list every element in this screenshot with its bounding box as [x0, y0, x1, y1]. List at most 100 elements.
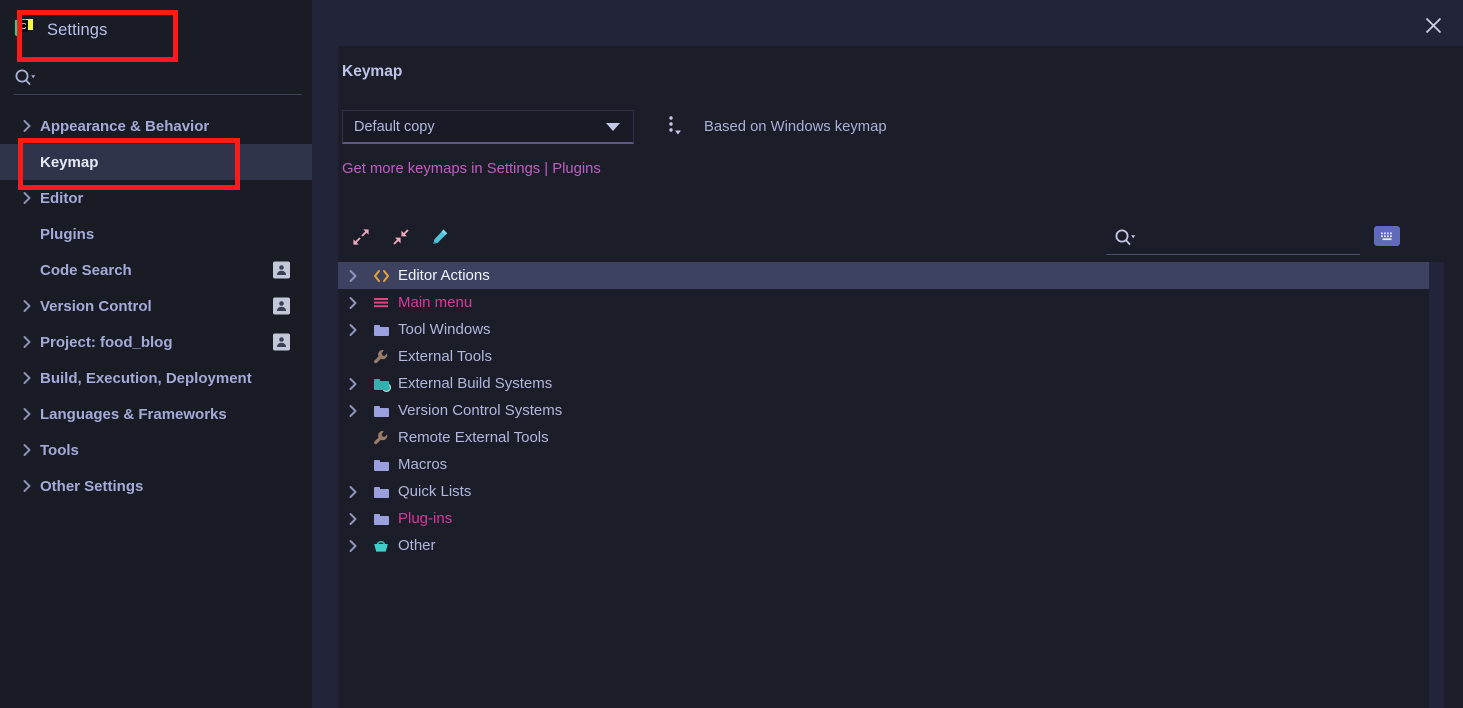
tree-row[interactable]: Version Control Systems — [338, 397, 1444, 424]
keymap-action-tree: Editor Actions Main menu Tool Windows Exter… — [338, 262, 1444, 708]
sidebar-item-label: Editor — [40, 189, 84, 207]
sidebar-item-editor[interactable]: Editor — [0, 180, 312, 216]
sidebar-item-label: Code Search — [40, 261, 132, 279]
chevron-right-icon[interactable] — [348, 404, 370, 418]
folder-icon — [370, 405, 392, 417]
chevron-right-icon[interactable] — [22, 443, 40, 457]
tree-row-label: Plug-ins — [398, 510, 453, 527]
sidebar-item-tools[interactable]: Tools — [0, 432, 312, 468]
keymap-select-value: Default copy — [354, 118, 435, 135]
user-account-icon — [273, 333, 290, 351]
wrench-icon — [370, 430, 392, 446]
tree-row[interactable]: Main menu — [338, 289, 1444, 316]
more-options-icon[interactable] — [663, 112, 687, 142]
folder-icon — [370, 513, 392, 525]
tree-row[interactable]: Remote External Tools — [338, 424, 1444, 451]
svg-text:C: C — [21, 22, 27, 31]
search-icon — [1114, 228, 1136, 253]
sidebar-search-input[interactable] — [14, 66, 302, 95]
sidebar-item-version-control[interactable]: Version Control — [0, 288, 312, 324]
tree-row-label: Editor Actions — [398, 267, 490, 284]
window-title-bar: C Settings — [14, 16, 107, 44]
tree-row[interactable]: Macros — [338, 451, 1444, 478]
chevron-right-icon[interactable] — [348, 269, 370, 283]
chevron-right-icon[interactable] — [348, 539, 370, 553]
chevron-right-icon[interactable] — [348, 485, 370, 499]
sidebar-item-label: Languages & Frameworks — [40, 405, 227, 423]
user-account-icon — [273, 261, 290, 279]
sidebar-item-code-search[interactable]: Code Search — [0, 252, 312, 288]
keymap-search-input[interactable] — [1106, 224, 1360, 255]
sidebar-item-label: Appearance & Behavior — [40, 117, 210, 135]
sidebar-item-label: Project: food_blog — [40, 333, 173, 351]
tree-row-label: Main menu — [398, 294, 473, 311]
based-on-keymap-label: Based on Windows keymap — [704, 119, 887, 135]
chevron-right-icon[interactable] — [348, 296, 370, 310]
sidebar-item-languages-frameworks[interactable]: Languages & Frameworks — [0, 396, 312, 432]
tree-row[interactable]: Plug-ins — [338, 505, 1444, 532]
tree-row-label: External Tools — [398, 348, 492, 365]
sidebar-item-other-settings[interactable]: Other Settings — [0, 468, 312, 504]
sidebar-item-label: Keymap — [40, 153, 99, 171]
basket-icon — [370, 539, 392, 553]
tree-row[interactable]: Quick Lists — [338, 478, 1444, 505]
keymap-settings-panel: Keymap Default copy Based on Windows key… — [338, 0, 1463, 708]
chevron-right-icon[interactable] — [22, 299, 40, 313]
sidebar-item-label: Build, Execution, Deployment — [40, 369, 252, 387]
page-title: Keymap — [342, 63, 403, 80]
tree-row-label: Remote External Tools — [398, 429, 549, 446]
tree-rows-container: Editor Actions Main menu Tool Windows Exter… — [338, 262, 1444, 559]
chevron-right-icon[interactable] — [22, 371, 40, 385]
chevron-right-icon[interactable] — [348, 512, 370, 526]
sidebar-item-label: Version Control — [40, 297, 152, 315]
chevron-right-icon[interactable] — [22, 119, 40, 133]
tree-row-label: Other — [398, 537, 436, 554]
chevron-right-icon[interactable] — [22, 335, 40, 349]
sidebar-item-label: Plugins — [40, 225, 95, 243]
sidebar-item-label: Other Settings — [40, 477, 144, 495]
tree-row-label: Quick Lists — [398, 483, 472, 500]
keymap-select[interactable]: Default copy — [342, 110, 634, 144]
keyboard-shortcut-icon[interactable] — [1374, 226, 1400, 246]
wrench-icon — [370, 349, 392, 365]
chevron-right-icon[interactable] — [22, 407, 40, 421]
window-title: Settings — [47, 20, 108, 39]
chevron-right-icon[interactable] — [22, 479, 40, 493]
sidebar-content-divider — [312, 0, 338, 708]
folder-icon — [370, 324, 392, 336]
folder-icon — [370, 459, 392, 471]
settings-sidebar: C Settings Appearance & Behavior Keymap Ed… — [0, 0, 312, 708]
tree-row[interactable]: External Build Systems — [338, 370, 1444, 397]
pencil-edit-icon[interactable] — [425, 222, 455, 252]
sidebar-item-build-execution-deployment[interactable]: Build, Execution, Deployment — [0, 360, 312, 396]
get-more-keymaps-link[interactable]: Get more keymaps in Settings | Plugins — [342, 161, 601, 177]
chevron-right-icon[interactable] — [22, 191, 40, 205]
settings-dialog: C Settings Appearance & Behavior Keymap Ed… — [0, 0, 1463, 708]
pycharm-logo-icon: C — [14, 18, 36, 42]
tree-row[interactable]: Editor Actions — [338, 262, 1429, 289]
code-brackets-icon — [370, 269, 392, 283]
close-icon[interactable] — [1419, 12, 1447, 38]
keymap-tree-toolbar — [338, 222, 1463, 256]
tree-row-label: Tool Windows — [398, 321, 491, 338]
collapse-all-icon[interactable] — [386, 222, 416, 252]
tree-row-label: Macros — [398, 456, 448, 473]
folder-icon — [370, 486, 392, 498]
chevron-right-icon[interactable] — [348, 323, 370, 337]
sidebar-item-project-food-blog[interactable]: Project: food_blog — [0, 324, 312, 360]
expand-all-icon[interactable] — [346, 222, 376, 252]
user-account-icon — [273, 297, 290, 315]
panel-header — [338, 0, 1463, 46]
chevron-right-icon[interactable] — [348, 377, 370, 391]
sidebar-item-plugins[interactable]: Plugins — [0, 216, 312, 252]
tree-row[interactable]: Other — [338, 532, 1444, 559]
settings-category-list: Appearance & Behavior Keymap Editor Plugins… — [0, 108, 312, 504]
sidebar-item-label: Tools — [40, 441, 79, 459]
tree-row-label: External Build Systems — [398, 375, 553, 392]
sidebar-item-appearance-behavior[interactable]: Appearance & Behavior — [0, 108, 312, 144]
tree-row[interactable]: Tool Windows — [338, 316, 1444, 343]
search-icon — [14, 68, 36, 93]
sidebar-item-keymap[interactable]: Keymap — [0, 144, 312, 180]
folder-gear-icon — [370, 378, 392, 392]
tree-row[interactable]: External Tools — [338, 343, 1444, 370]
